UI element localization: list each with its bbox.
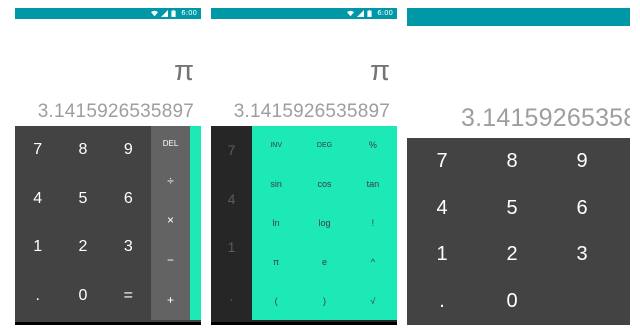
key-8[interactable]: 8 bbox=[477, 138, 547, 185]
result-text: 3.1415926535897 bbox=[37, 101, 194, 122]
key-1[interactable]: 1 bbox=[407, 232, 477, 279]
signal-icon bbox=[161, 10, 169, 17]
dimmed-number-keys: 7 4 1 . bbox=[211, 126, 252, 320]
divide-button[interactable]: ÷ bbox=[167, 174, 174, 188]
inverse-button[interactable]: INV bbox=[252, 126, 300, 165]
key-4[interactable]: 4 bbox=[15, 175, 60, 224]
navigation-bar bbox=[211, 322, 397, 325]
delete-button[interactable]: DEL bbox=[163, 139, 179, 148]
key-4: 4 bbox=[227, 190, 236, 207]
calculator-screen-basic: 6:00 π 3.1415926535897 7 8 9 4 5 6 1 2 3… bbox=[15, 8, 201, 325]
keypad: 7 8 9 4 5 6 1 2 3 . 0 bbox=[407, 138, 630, 325]
factorial-button[interactable]: ! bbox=[349, 204, 397, 243]
advanced-functions-panel: INV DEG % sin cos tan ln log ! π e ^ ( )… bbox=[252, 126, 397, 320]
key-6[interactable]: 6 bbox=[106, 175, 151, 224]
wifi-icon bbox=[151, 10, 159, 17]
e-button[interactable]: e bbox=[300, 242, 348, 281]
key-decimal[interactable]: . bbox=[407, 278, 477, 325]
key-5[interactable]: 5 bbox=[60, 175, 105, 224]
degree-button[interactable]: DEG bbox=[300, 126, 348, 165]
calculator-screen-advanced: 6:00 π 3.1415926535897 7 4 1 . INV DEG %… bbox=[211, 8, 397, 325]
cos-button[interactable]: cos bbox=[300, 165, 348, 204]
key-9[interactable]: 9 bbox=[547, 138, 617, 185]
navigation-bar bbox=[15, 322, 201, 325]
battery-icon bbox=[171, 10, 178, 17]
pi-button[interactable]: π bbox=[252, 242, 300, 281]
calculator-screen-zoomed: 3.14159265358 7 8 9 4 5 6 1 2 3 . 0 bbox=[407, 8, 630, 325]
status-bar bbox=[407, 8, 630, 26]
key-1[interactable]: 1 bbox=[15, 223, 60, 272]
key-6[interactable]: 6 bbox=[547, 185, 617, 232]
key-5[interactable]: 5 bbox=[477, 185, 547, 232]
power-button[interactable]: ^ bbox=[349, 242, 397, 281]
key-0[interactable]: 0 bbox=[60, 272, 105, 321]
advanced-panel-handle[interactable] bbox=[190, 126, 201, 320]
battery-icon bbox=[367, 10, 374, 17]
open-paren-button[interactable]: ( bbox=[252, 281, 300, 320]
multiply-button[interactable]: × bbox=[167, 213, 174, 227]
sin-button[interactable]: sin bbox=[252, 165, 300, 204]
key-9[interactable]: 9 bbox=[106, 126, 151, 175]
key-7: 7 bbox=[227, 142, 236, 159]
add-button[interactable]: + bbox=[167, 293, 174, 307]
signal-icon bbox=[357, 10, 365, 17]
operator-column: DEL ÷ × − + bbox=[151, 126, 190, 320]
calculator-display: 3.14159265358 bbox=[407, 26, 630, 138]
number-keypad: 7 8 9 4 5 6 1 2 3 . 0 = bbox=[15, 126, 151, 320]
status-bar: 6:00 bbox=[15, 8, 201, 19]
wifi-icon bbox=[347, 10, 355, 17]
keypad: 7 4 1 . INV DEG % sin cos tan ln log ! π… bbox=[211, 126, 397, 325]
key-equals[interactable]: = bbox=[106, 272, 151, 321]
key-0[interactable]: 0 bbox=[477, 278, 547, 325]
sqrt-button[interactable]: √ bbox=[349, 281, 397, 320]
status-time: 6:00 bbox=[181, 9, 197, 17]
status-time: 6:00 bbox=[377, 9, 393, 17]
formula-text: π bbox=[369, 55, 390, 87]
number-keypad: 7 8 9 4 5 6 1 2 3 . 0 bbox=[407, 138, 617, 325]
calculator-display: π 3.1415926535897 bbox=[15, 19, 201, 126]
keypad: 7 8 9 4 5 6 1 2 3 . 0 = DEL ÷ × − + bbox=[15, 126, 201, 325]
key-3[interactable]: 3 bbox=[547, 232, 617, 279]
key-4[interactable]: 4 bbox=[407, 185, 477, 232]
calculator-display: π 3.1415926535897 bbox=[211, 19, 397, 126]
status-bar: 6:00 bbox=[211, 8, 397, 19]
key-decimal[interactable]: . bbox=[15, 272, 60, 321]
result-text: 3.14159265358 bbox=[461, 104, 630, 132]
formula-text: π bbox=[173, 55, 194, 87]
key-3[interactable]: 3 bbox=[106, 223, 151, 272]
percent-button[interactable]: % bbox=[349, 126, 397, 165]
ln-button[interactable]: ln bbox=[252, 204, 300, 243]
key-2[interactable]: 2 bbox=[477, 232, 547, 279]
result-text: 3.1415926535897 bbox=[233, 101, 390, 122]
key-7[interactable]: 7 bbox=[407, 138, 477, 185]
key-2[interactable]: 2 bbox=[60, 223, 105, 272]
key-8[interactable]: 8 bbox=[60, 126, 105, 175]
log-button[interactable]: log bbox=[300, 204, 348, 243]
tan-button[interactable]: tan bbox=[349, 165, 397, 204]
subtract-button[interactable]: − bbox=[167, 253, 174, 267]
key-1: 1 bbox=[227, 239, 236, 256]
key-decimal: . bbox=[229, 287, 234, 304]
close-paren-button[interactable]: ) bbox=[300, 281, 348, 320]
key-7[interactable]: 7 bbox=[15, 126, 60, 175]
